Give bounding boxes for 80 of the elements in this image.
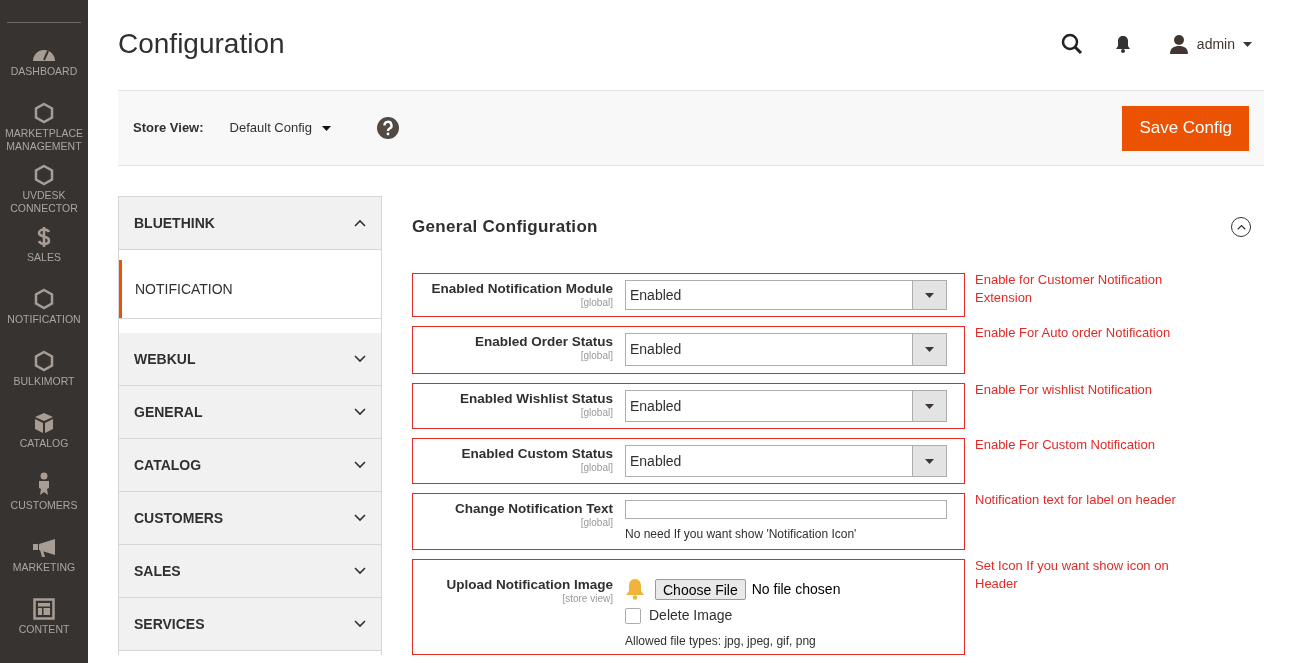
section-header[interactable]: SERVICES: [119, 598, 381, 651]
annotation-text: Set Icon If you want show icon on Header: [975, 557, 1170, 593]
checkbox-label: Delete Image: [649, 606, 733, 625]
select-field[interactable]: Enabled: [625, 280, 947, 310]
field-label: Enabled Wishlist Status: [460, 390, 613, 407]
nav-item[interactable]: DASHBOARD: [0, 38, 88, 100]
chevron-up-icon: [354, 219, 366, 227]
layout-icon: [33, 598, 55, 620]
save-config-button[interactable]: Save Config: [1122, 105, 1249, 151]
person-icon: [37, 472, 51, 496]
user-icon: [1168, 34, 1189, 54]
nav-item[interactable]: SALES: [0, 224, 88, 286]
dollar-icon: [36, 226, 52, 248]
nav-item[interactable]: MARKETING: [0, 534, 88, 596]
field-label: Enabled Notification Module: [431, 280, 613, 297]
choose-file-button[interactable]: Choose File: [655, 578, 746, 600]
nav-item[interactable]: CUSTOMERS: [0, 472, 88, 534]
section-header[interactable]: SALES: [119, 545, 381, 598]
select-field[interactable]: Enabled: [625, 390, 947, 422]
section-header[interactable]: BLUETHINK: [119, 197, 381, 250]
chevron-down-icon: [354, 620, 366, 628]
chevron-down-icon: [354, 514, 366, 522]
text-input-field[interactable]: [625, 500, 947, 519]
box-icon: [34, 412, 54, 434]
nav-item[interactable]: BULKIMORT: [0, 348, 88, 410]
nav-item[interactable]: CONTENT: [0, 596, 88, 658]
scope-label: [global]: [580, 407, 613, 419]
hexagon-icon: [34, 164, 54, 186]
annotation-text: Enable For wishlist Notification: [975, 381, 1154, 399]
caret-icon: [321, 125, 331, 131]
field-label: Enabled Order Status: [474, 333, 613, 350]
scope-label: [global]: [580, 462, 613, 474]
scope-label: [global]: [580, 517, 613, 529]
nav-item[interactable]: NOTIFICATION: [0, 286, 88, 348]
annotation-text: Notification text for label on header: [975, 491, 1177, 509]
group-title: General Configuration: [412, 216, 599, 239]
bell-icon: [625, 578, 645, 600]
scope-label: [global]: [580, 297, 613, 309]
megaphone-icon: [31, 538, 57, 558]
field-label: Upload Notification Image: [446, 576, 613, 593]
caret-icon: [925, 347, 934, 352]
annotation-text: Enable For Auto order Notification: [975, 324, 1172, 342]
field-note: No need If you want show 'Notification Icon': [625, 526, 858, 543]
chevron-down-icon: [354, 408, 366, 416]
user-menu[interactable]: admin: [1168, 33, 1252, 55]
chevron-down-icon: [354, 355, 366, 363]
field-note: Allowed file types: jpg, jpeg, gif, png: [625, 633, 817, 650]
chevron-down-icon: [354, 461, 366, 469]
page-title: Configuration: [118, 27, 286, 61]
field-label: Enabled Custom Status: [461, 445, 613, 462]
caret-icon: [925, 458, 934, 464]
chevron-up-icon: [1236, 224, 1246, 230]
file-status: No file chosen: [751, 579, 841, 599]
chevron-down-icon: [354, 567, 366, 575]
select-field[interactable]: Enabled: [625, 445, 947, 477]
nav-item[interactable]: UVDESK CONNECTOR: [0, 162, 88, 224]
help-icon[interactable]: [376, 117, 399, 139]
section-header[interactable]: CATALOG: [119, 439, 381, 492]
annotation-text: Enable For Custom Notification: [975, 436, 1156, 454]
store-view-label: Store View:: [133, 119, 204, 138]
nav-item[interactable]: MARKETPLACE MANAGEMENT: [0, 100, 88, 162]
checkbox[interactable]: [625, 607, 641, 624]
section-header[interactable]: CUSTOMERS: [119, 492, 381, 545]
scope-label: [global]: [580, 350, 613, 362]
hexagon-icon: [34, 350, 54, 372]
select-field[interactable]: Enabled: [625, 333, 947, 366]
nav-item[interactable]: CATALOG: [0, 410, 88, 472]
hexagon-icon: [34, 288, 54, 310]
caret-icon: [1243, 41, 1252, 47]
field-label: Change Notification Text: [455, 500, 613, 517]
caret-icon: [925, 292, 934, 298]
annotation-text: Enable for Customer Notification Extension: [975, 271, 1164, 307]
section-header[interactable]: GENERAL: [119, 386, 381, 439]
bell-icon[interactable]: [1114, 35, 1131, 53]
hexagon-icon: [34, 102, 54, 124]
section-header[interactable]: WEBKUL: [119, 333, 381, 386]
caret-icon: [925, 403, 934, 409]
scope-label: [store view]: [562, 593, 613, 605]
search-icon[interactable]: [1060, 33, 1083, 55]
store-view-dropdown[interactable]: Default Config: [229, 118, 331, 138]
